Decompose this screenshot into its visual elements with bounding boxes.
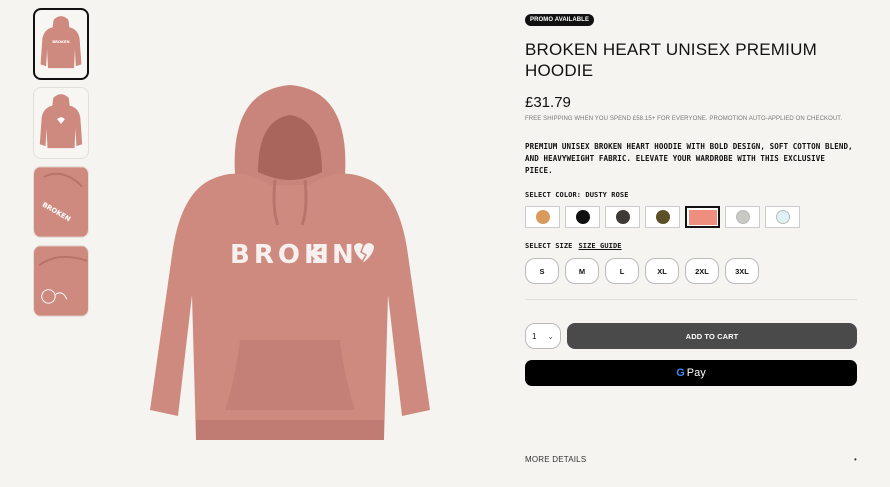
chevron-down-icon: ⌄ xyxy=(547,331,554,341)
color-label-text: SELECT COLOR: xyxy=(525,191,582,199)
color-dot xyxy=(775,210,790,224)
more-details-toggle[interactable]: MORE DETAILS • xyxy=(525,455,857,464)
color-swatch-olive[interactable] xyxy=(645,206,680,228)
add-to-cart-button[interactable]: ADD TO CART xyxy=(567,323,857,349)
color-swatches xyxy=(525,206,857,228)
color-dot xyxy=(688,209,717,225)
thumbnail-list: BROKEN BROKEN xyxy=(33,8,91,324)
hoodie-print-n: N xyxy=(332,240,354,270)
color-swatch-dusty-rose[interactable] xyxy=(685,206,720,228)
size-s[interactable]: S xyxy=(525,258,559,284)
promo-badge: PROMO AVAILABLE xyxy=(525,14,595,26)
size-guide-link[interactable]: SIZE GUIDE xyxy=(578,242,621,250)
shipping-note: FREE SHIPPING WHEN YOU SPEND £58.15+ FOR… xyxy=(525,116,843,122)
color-dot xyxy=(735,210,750,224)
size-label-text: SELECT SIZE xyxy=(525,242,573,250)
color-swatch-charcoal[interactable] xyxy=(605,206,640,228)
color-dot xyxy=(655,210,670,224)
size-options: S M L XL 2XL 3XL xyxy=(525,258,857,284)
divider xyxy=(525,299,857,300)
color-label: SELECT COLOR: DUSTY ROSE xyxy=(525,191,857,199)
google-pay-label: Pay xyxy=(686,367,706,379)
size-2xl[interactable]: 2XL xyxy=(685,258,719,284)
color-dot xyxy=(535,210,550,224)
size-m[interactable]: M xyxy=(565,258,599,284)
product-info-panel: PROMO AVAILABLE BROKEN HEART UNISEX PREM… xyxy=(525,8,857,464)
google-g-icon: G xyxy=(676,367,685,379)
thumbnail-detail-print[interactable]: BROKEN xyxy=(33,166,89,238)
selected-color-name: DUSTY ROSE xyxy=(585,191,629,199)
product-page: BROKEN BROKEN BROK E N PROMO AVAILABLE B… xyxy=(0,0,890,487)
size-l[interactable]: L xyxy=(605,258,639,284)
size-xl[interactable]: XL xyxy=(645,258,679,284)
size-label: SELECT SIZE SIZE GUIDE xyxy=(525,242,857,250)
quantity-select[interactable]: 1 ⌄ xyxy=(525,323,561,349)
cart-row: 1 ⌄ ADD TO CART xyxy=(525,323,857,349)
more-details-label: MORE DETAILS xyxy=(525,455,587,464)
color-dot xyxy=(615,210,630,224)
svg-text:BROKEN: BROKEN xyxy=(52,40,69,44)
product-main-image: BROK E N xyxy=(140,80,440,460)
thumbnail-front[interactable]: BROKEN xyxy=(33,8,89,80)
product-description: PREMIUM UNISEX BROKEN HEART HOODIE WITH … xyxy=(525,142,853,175)
product-price: £31.79 xyxy=(525,94,571,111)
color-swatch-grey[interactable] xyxy=(725,206,760,228)
product-title: BROKEN HEART UNISEX PREMIUM HOODIE xyxy=(525,40,817,80)
hoodie-print-reversed-e: E xyxy=(311,240,329,270)
color-swatch-light-blue[interactable] xyxy=(765,206,800,228)
google-pay-button[interactable]: G Pay xyxy=(525,360,857,386)
size-3xl[interactable]: 3XL xyxy=(725,258,759,284)
color-dot xyxy=(575,210,590,224)
thumbnail-detail-sleeve[interactable] xyxy=(33,245,89,317)
thumbnail-back[interactable] xyxy=(33,87,89,159)
color-swatch-tan[interactable] xyxy=(525,206,560,228)
color-swatch-black[interactable] xyxy=(565,206,600,228)
expand-dot-icon: • xyxy=(853,455,857,464)
quantity-value: 1 xyxy=(532,331,537,341)
